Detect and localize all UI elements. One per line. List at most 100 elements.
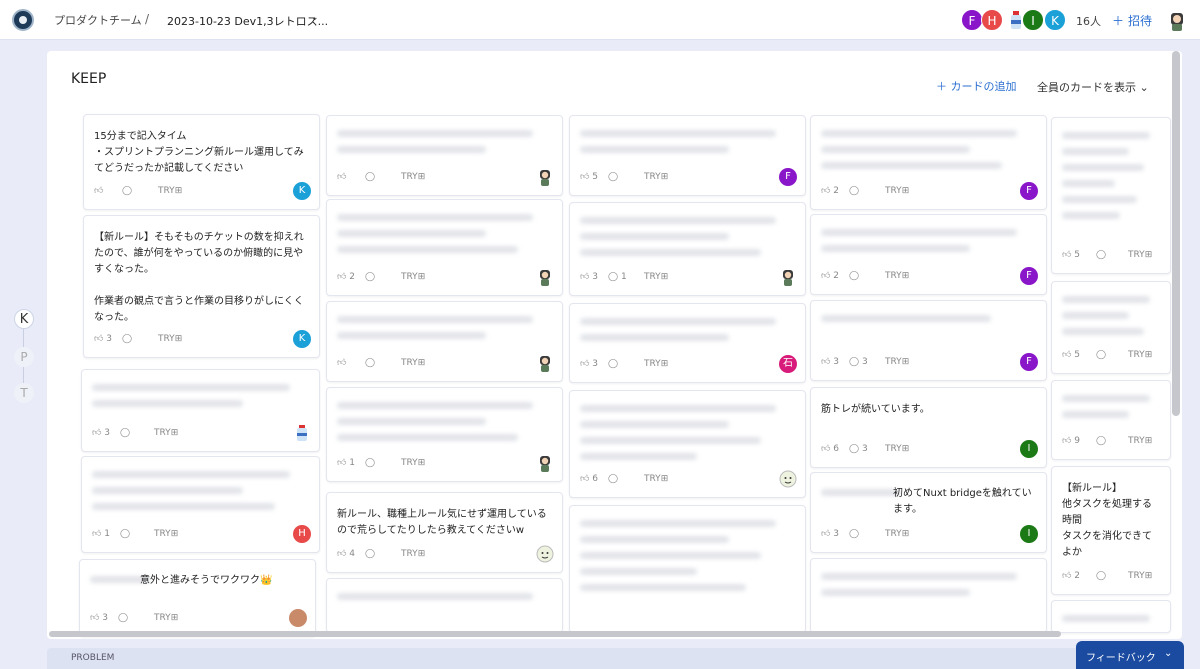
keep-card[interactable] (1051, 600, 1171, 633)
comment-button[interactable]: ◯ (118, 613, 128, 623)
like-button[interactable]: 👍︎ 5 (580, 172, 598, 182)
like-button[interactable]: 👍︎ 2 (1062, 571, 1080, 581)
keep-card[interactable]: 新ルール、職種上ルール気にせず運用しているので荒らしてたりしたら教えてくださいw… (326, 492, 563, 573)
comment-button[interactable]: ◯ (120, 428, 130, 438)
like-button[interactable]: 👍︎ 3 (580, 272, 598, 282)
try-button[interactable]: TRY⊞ (401, 272, 425, 282)
chevron-down-icon[interactable]: ⌄ (311, 13, 319, 23)
keep-card[interactable]: 👍︎ 2 ◯ TRY⊞ (326, 199, 563, 296)
like-button[interactable]: 👍︎ 2 (337, 272, 355, 282)
vertical-scrollbar[interactable] (1172, 51, 1180, 416)
keep-card[interactable]: 👍︎ 3 ◯ TRY⊞ 石 (569, 303, 806, 383)
face-icon[interactable] (779, 470, 797, 488)
comment-button[interactable]: ◯ (122, 186, 132, 196)
keep-card[interactable]: 15分まで記入タイム ・スプリントプランニング新ルール運用してみてどうだったか記… (83, 114, 320, 210)
keep-card[interactable]: 👍︎ 6 ◯ TRY⊞ (569, 390, 806, 498)
author-avatar[interactable]: K (293, 182, 311, 200)
like-button[interactable]: 👍︎ 3 (90, 613, 108, 623)
author-avatar[interactable]: K (293, 330, 311, 348)
keep-card[interactable]: 👍︎ 5 ◯ TRY⊞ (1051, 281, 1171, 374)
comment-button[interactable]: ◯ (365, 272, 375, 282)
comment-button[interactable]: ◯ (365, 358, 375, 368)
feedback-button[interactable]: フィードバック ⌄ (1076, 641, 1184, 669)
comment-button[interactable]: ◯ (120, 529, 130, 539)
keep-card[interactable]: 👍︎ ◯ TRY⊞ (326, 115, 563, 196)
author-avatar[interactable]: F (1020, 353, 1038, 371)
like-button[interactable]: 👍︎ 3 (821, 357, 839, 367)
keep-card[interactable] (569, 505, 806, 633)
person-icon[interactable] (536, 168, 554, 186)
like-button[interactable]: 👍︎ 2 (821, 271, 839, 281)
comment-button[interactable]: ◯ 3 (849, 357, 868, 367)
comment-button[interactable]: ◯ 1 (608, 272, 627, 282)
keep-card[interactable] (810, 558, 1047, 633)
comment-button[interactable]: ◯ (1096, 571, 1106, 581)
try-button[interactable]: TRY⊞ (885, 529, 909, 539)
keep-card[interactable]: 👍︎ 2 ◯ TRY⊞ F (810, 115, 1047, 210)
try-button[interactable]: TRY⊞ (885, 444, 909, 454)
try-button[interactable]: TRY⊞ (1128, 350, 1152, 360)
user-avatar[interactable] (1168, 9, 1186, 31)
like-button[interactable]: 👍︎ 4 (337, 549, 355, 559)
keep-card[interactable]: 👍︎ 1 ◯ TRY⊞ (326, 387, 563, 482)
try-button[interactable]: TRY⊞ (154, 428, 178, 438)
keep-card[interactable]: 筋トレが続いています。 👍︎ 6 ◯ 3 TRY⊞ I (810, 387, 1047, 468)
like-button[interactable]: 👍︎ 6 (580, 474, 598, 484)
author-avatar[interactable]: H (293, 525, 311, 543)
keep-card[interactable]: 👍︎ 1 ◯ TRY⊞ H (81, 456, 320, 553)
author-avatar[interactable]: F (779, 168, 797, 186)
try-button[interactable]: TRY⊞ (401, 172, 425, 182)
comment-button[interactable]: ◯ (608, 172, 618, 182)
comment-button[interactable]: ◯ (122, 334, 132, 344)
like-button[interactable]: 👍︎ 3 (92, 428, 110, 438)
keep-card[interactable]: 👍︎ 3 ◯ TRY⊞ (81, 369, 320, 452)
person-icon[interactable] (536, 268, 554, 286)
try-button[interactable]: TRY⊞ (1128, 250, 1152, 260)
try-button[interactable]: TRY⊞ (1128, 571, 1152, 581)
keep-card[interactable]: 【新ルール】そもそものチケットの数を抑えれたので、誰が何をやっているのか俯瞰的に… (83, 215, 320, 358)
try-button[interactable]: TRY⊞ (154, 613, 178, 623)
try-button[interactable]: TRY⊞ (158, 334, 182, 344)
try-button[interactable]: TRY⊞ (885, 357, 909, 367)
like-button[interactable]: 👍︎ 1 (337, 458, 355, 468)
try-button[interactable]: TRY⊞ (644, 359, 668, 369)
try-button[interactable]: TRY⊞ (154, 529, 178, 539)
tab-problem[interactable]: P (14, 347, 34, 367)
try-button[interactable]: TRY⊞ (401, 358, 425, 368)
keep-card[interactable]: 👍︎ 9 ◯ TRY⊞ (1051, 380, 1171, 460)
like-button[interactable]: 👍︎ 6 (821, 444, 839, 454)
person-icon[interactable] (536, 454, 554, 472)
comment-button[interactable]: ◯ (849, 186, 859, 196)
like-button[interactable]: 👍︎ 3 (94, 334, 112, 344)
invite-button[interactable]: ＋招待 (1108, 12, 1152, 29)
try-button[interactable]: TRY⊞ (401, 549, 425, 559)
keep-card[interactable]: 👍︎ 5 ◯ TRY⊞ (1051, 117, 1171, 274)
member-avatar[interactable]: K (1044, 9, 1066, 31)
like-button[interactable]: 👍︎ 5 (1062, 350, 1080, 360)
face-icon[interactable] (536, 545, 554, 563)
author-avatar[interactable]: F (1020, 182, 1038, 200)
try-button[interactable]: TRY⊞ (644, 272, 668, 282)
bottle-icon[interactable] (293, 424, 311, 442)
like-button[interactable]: 👍︎ (94, 186, 103, 196)
author-avatar[interactable] (289, 609, 307, 627)
person-icon[interactable] (536, 354, 554, 372)
like-button[interactable]: 👍︎ 1 (92, 529, 110, 539)
keep-card[interactable]: 👍︎ ◯ TRY⊞ (326, 301, 563, 382)
add-card-button[interactable]: ＋ カードの追加 (936, 78, 1017, 94)
comment-button[interactable]: ◯ (1096, 350, 1106, 360)
comment-button[interactable]: ◯ (608, 474, 618, 484)
card-filter-dropdown[interactable]: 全員のカードを表示 ⌄ (1037, 79, 1149, 95)
person-icon[interactable] (779, 268, 797, 286)
like-button[interactable]: 👍︎ 9 (1062, 436, 1080, 446)
keep-card[interactable]: 👍︎ 3 ◯ 1 TRY⊞ (569, 202, 806, 296)
keep-card[interactable]: 【新ルール】 他タスクを処理する時間 タスクを消化できてよか 👍︎ 2 ◯ TRY⊞ (1051, 466, 1171, 595)
horizontal-scrollbar[interactable] (49, 631, 1061, 637)
try-button[interactable]: TRY⊞ (401, 458, 425, 468)
comment-button[interactable]: ◯ (608, 359, 618, 369)
retro-title[interactable]: 2023-10-23 Dev1,3レトロス... (167, 13, 328, 29)
breadcrumb-team[interactable]: プロダクトチーム (54, 12, 142, 28)
keep-card[interactable]: 初めてNuxt bridgeを触れています。 👍︎ 3 ◯ TRY⊞ I (810, 472, 1047, 553)
next-section-header[interactable]: PROBLEM (47, 648, 1182, 669)
try-button[interactable]: TRY⊞ (1128, 436, 1152, 446)
